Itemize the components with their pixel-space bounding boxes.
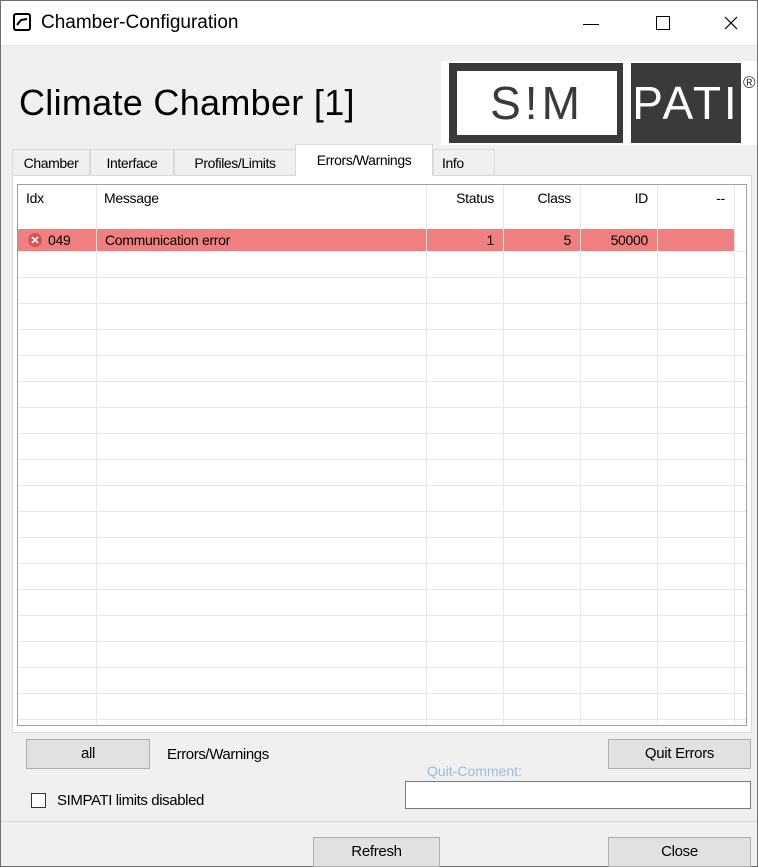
refresh-button[interactable]: Refresh [313, 837, 440, 867]
logo-text-part1: S!M [455, 69, 619, 137]
simpati-limits-checkbox[interactable] [31, 793, 46, 808]
row-divider [18, 329, 746, 330]
logo-left-frame: S!M [449, 63, 623, 143]
table-row[interactable]: 049 Communication error 1 5 50000 [18, 229, 734, 251]
row-divider [18, 537, 746, 538]
minimize-icon [583, 23, 599, 25]
column-divider [657, 185, 658, 725]
row-divider [18, 667, 746, 668]
status-cell: 1 [427, 229, 503, 251]
simpati-logo: S!M PATI ® [441, 61, 757, 145]
class-cell: 5 [504, 229, 580, 251]
row-divider [18, 511, 746, 512]
maximize-icon [656, 16, 670, 30]
tab-chamber[interactable]: Chamber [12, 149, 90, 175]
row-divider [18, 459, 746, 460]
tab-interface[interactable]: Interface [90, 149, 174, 175]
row-divider [18, 693, 746, 694]
close-icon [724, 16, 738, 30]
id-cell: 50000 [581, 229, 657, 251]
quit-comment-input[interactable] [405, 781, 751, 809]
minimize-button[interactable] [561, 1, 621, 45]
tab-errors-warnings[interactable]: Errors/Warnings [295, 144, 433, 176]
logo-registered-mark: ® [743, 73, 756, 92]
row-divider [18, 277, 746, 278]
page-title: Climate Chamber [1] [19, 82, 355, 123]
quit-comment-label: Quit-Comment: [427, 763, 522, 779]
column-divider [96, 185, 97, 725]
maximize-button[interactable] [633, 1, 693, 45]
errors-warnings-label: Errors/Warnings [167, 746, 269, 763]
tab-profiles-limits[interactable]: Profiles/Limits [174, 149, 296, 175]
extra-cell [658, 229, 734, 251]
row-divider [18, 303, 746, 304]
tab-bar: Chamber Interface Profiles/Limits Errors… [12, 144, 752, 176]
row-divider [18, 485, 746, 486]
close-button[interactable]: Close [608, 837, 751, 867]
row-divider [18, 615, 746, 616]
window-title: Chamber-Configuration [41, 12, 239, 33]
row-divider [18, 355, 746, 356]
row-divider [18, 641, 746, 642]
simpati-limits-label[interactable]: SIMPATI limits disabled [57, 792, 204, 809]
column-divider [580, 185, 581, 725]
title-bar: Chamber-Configuration [1, 1, 757, 46]
column-header-id[interactable]: ID [580, 185, 649, 211]
row-divider [18, 407, 746, 408]
column-header-status[interactable]: Status [426, 185, 494, 211]
row-divider [18, 563, 746, 564]
column-header-idx[interactable]: Idx [26, 185, 44, 211]
row-divider [18, 381, 746, 382]
errors-table[interactable]: Idx Message Status Class ID -- 049 Commu… [17, 184, 747, 726]
column-divider [734, 185, 735, 725]
row-divider [18, 433, 746, 434]
idx-cell: 049 [18, 229, 96, 251]
row-divider [18, 251, 746, 252]
all-button[interactable]: all [26, 739, 150, 769]
error-icon [28, 233, 42, 247]
tab-info[interactable]: Info [433, 149, 495, 175]
row-divider [18, 589, 746, 590]
errors-warnings-panel: Idx Message Status Class ID -- 049 Commu… [12, 175, 752, 733]
logo-text-part2: PATI [631, 63, 741, 143]
column-divider [503, 185, 504, 725]
column-header-message[interactable]: Message [104, 185, 159, 211]
chamber-configuration-window: Chamber-Configuration Climate Chamber [1… [0, 0, 758, 867]
idx-value: 049 [48, 232, 71, 248]
message-cell: Communication error [97, 229, 426, 251]
footer-separator [1, 821, 757, 822]
column-header-class[interactable]: Class [503, 185, 571, 211]
quit-errors-button[interactable]: Quit Errors [608, 739, 751, 769]
row-divider [18, 719, 746, 720]
app-icon [13, 13, 31, 31]
column-header-extra[interactable]: -- [657, 185, 725, 211]
close-window-button[interactable] [705, 1, 757, 45]
column-divider [426, 185, 427, 725]
